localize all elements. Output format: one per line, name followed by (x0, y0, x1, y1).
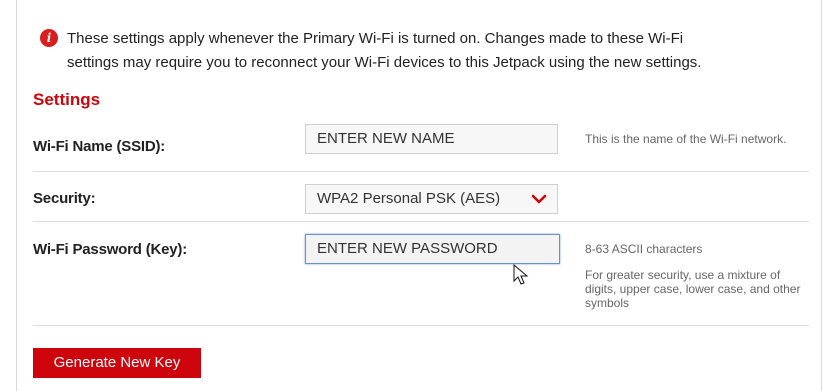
mouse-cursor-icon (513, 264, 529, 285)
generate-new-key-button[interactable]: Generate New Key (33, 348, 201, 378)
ssid-input[interactable]: ENTER NEW NAME (305, 124, 558, 154)
ssid-label: Wi-Fi Name (SSID): (33, 138, 166, 155)
notice-text: These settings apply whenever the Primar… (67, 27, 800, 75)
security-row: Security: WPA2 Personal PSK (AES) (33, 171, 809, 222)
chevron-down-icon (531, 194, 547, 204)
password-label: Wi-Fi Password (Key): (33, 241, 188, 258)
notice-line-2: settings may require you to reconnect yo… (67, 54, 702, 71)
password-hint-security: For greater security, use a mixture of d… (585, 268, 801, 310)
ssid-row: Wi-Fi Name (SSID): ENTER NEW NAME This i… (33, 116, 809, 172)
password-input[interactable]: ENTER NEW PASSWORD (305, 234, 560, 264)
section-title: Settings (33, 90, 101, 109)
info-notice: i These settings apply whenever the Prim… (40, 27, 800, 75)
info-icon: i (40, 29, 58, 47)
security-value: WPA2 Personal PSK (AES) (317, 190, 501, 207)
security-label: Security: (33, 190, 96, 207)
ssid-hint: This is the name of the Wi-Fi network. (585, 132, 787, 146)
wifi-settings-panel: i These settings apply whenever the Prim… (16, 0, 822, 391)
security-select[interactable]: WPA2 Personal PSK (AES) (305, 184, 558, 214)
password-hint-length: 8-63 ASCII characters (585, 242, 703, 256)
password-row: Wi-Fi Password (Key): ENTER NEW PASSWORD… (33, 221, 809, 326)
notice-line-1: These settings apply whenever the Primar… (67, 30, 684, 47)
